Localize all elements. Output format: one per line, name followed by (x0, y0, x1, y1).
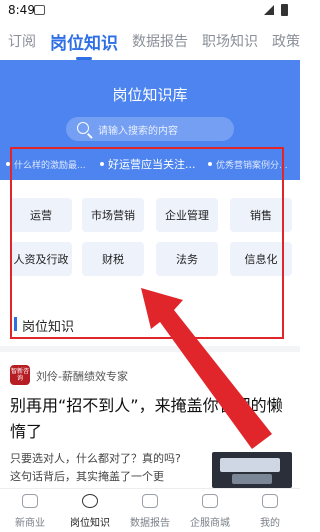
banner-title: 岗位知识库 (112, 86, 188, 104)
category-hr-admin[interactable]: 人资及行政 (10, 242, 72, 276)
ticker-dot (208, 162, 212, 166)
section-title: 岗位知识 (22, 320, 75, 335)
author-name[interactable]: 刘伶-薪酬绩效专家 (36, 368, 128, 384)
category-it[interactable]: 信息化 (230, 242, 292, 276)
profile-icon (262, 494, 278, 508)
ticker-dot (6, 162, 10, 166)
nav-label: 岗位知识 (70, 518, 110, 529)
article-snippet-line: 这句话背后，其实掩盖了一个更 (10, 470, 164, 483)
search-icon (77, 122, 89, 134)
tab-policy[interactable]: 政策 (272, 31, 300, 51)
status-bar: 8:49 (0, 0, 300, 22)
nav-label: 数据报告 (130, 518, 170, 529)
nav-mine[interactable]: 我的 (240, 489, 300, 532)
article-snippet[interactable]: 只要选对人，什么都对了？真的吗? 这句话背后，其实掩盖了一个更 (10, 450, 200, 486)
category-sales[interactable]: 销售 (230, 198, 292, 232)
bottom-nav: 新商业 岗位知识 数据报告 企服商城 我的 (0, 488, 300, 532)
search-placeholder: 请输入搜索的内容 (98, 125, 178, 137)
report-icon (142, 494, 158, 508)
topic-ticker: 什么样的激励最... 好运营应当关注... 优秀营销案例分... (0, 150, 300, 180)
status-time: 8:49 (8, 3, 35, 17)
category-legal[interactable]: 法务 (156, 242, 218, 276)
ticker-dot (100, 162, 104, 166)
nav-label: 新商业 (15, 518, 45, 529)
top-tab-bar: 订阅 岗位知识 数据报告 职场知识 政策 (0, 22, 300, 60)
section-accent-bar (14, 317, 17, 331)
knowledge-banner: 岗位知识库 请输入搜索的内容 (0, 60, 300, 150)
nav-label: 我的 (260, 518, 280, 529)
photo-icon (34, 5, 45, 15)
category-management[interactable]: 企业管理 (156, 198, 218, 232)
person-icon (82, 494, 98, 508)
tab-job-knowledge[interactable]: 岗位知识 (50, 29, 118, 60)
tab-data-report[interactable]: 数据报告 (132, 31, 188, 51)
author-avatar[interactable]: 智新咨询 (10, 365, 30, 385)
ticker-item[interactable]: 优秀营销案例分... (216, 158, 288, 171)
category-grid: 运营 市场营销 企业管理 销售 人资及行政 财税 法务 信息化 (0, 180, 300, 310)
tab-subscribe[interactable]: 订阅 (8, 31, 36, 51)
ticker-item-active[interactable]: 好运营应当关注... (108, 156, 196, 172)
home-icon (22, 494, 38, 508)
store-icon (202, 494, 218, 508)
ticker-item[interactable]: 什么样的激励最... (14, 158, 86, 171)
section-divider (0, 346, 300, 352)
article-thumbnail[interactable] (212, 452, 292, 488)
nav-job-knowledge[interactable]: 岗位知识 (60, 489, 120, 532)
section-header: 岗位知识 (0, 310, 300, 340)
search-input[interactable]: 请输入搜索的内容 (66, 117, 234, 141)
category-operations[interactable]: 运营 (10, 198, 72, 232)
category-finance-tax[interactable]: 财税 (82, 242, 144, 276)
nav-data-report[interactable]: 数据报告 (120, 489, 180, 532)
nav-label: 企服商城 (190, 518, 230, 529)
signal-icon (264, 5, 274, 15)
article-snippet-line: 只要选对人，什么都对了？真的吗? (10, 452, 181, 465)
tab-workplace-knowledge[interactable]: 职场知识 (202, 31, 258, 51)
category-marketing[interactable]: 市场营销 (82, 198, 144, 232)
article-title[interactable]: 别再用“招不到人”，来掩盖你管理的懒惰了 (10, 393, 292, 445)
battery-icon (281, 4, 288, 16)
nav-service-mall[interactable]: 企服商城 (180, 489, 240, 532)
nav-new-business[interactable]: 新商业 (0, 489, 60, 532)
